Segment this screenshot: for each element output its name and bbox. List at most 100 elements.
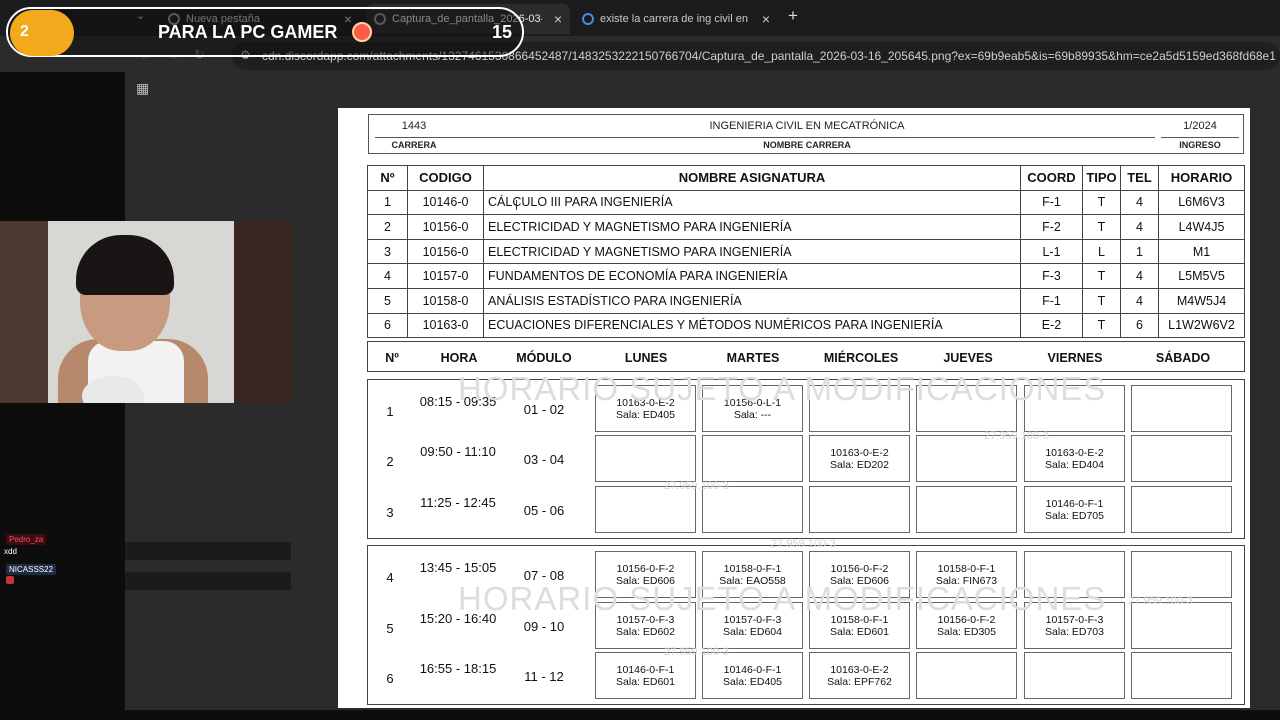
plus-icon[interactable]: + bbox=[788, 6, 798, 26]
chat-emote-icon bbox=[6, 576, 14, 584]
career-header: 1443 CARRERA INGENIERIA CIVIL EN MECATRÓ… bbox=[368, 114, 1244, 154]
subjects-header-row: Nº CODIGO NOMBRE ASIGNATURA COORD TIPO T… bbox=[367, 165, 1245, 191]
schedule-cell bbox=[595, 435, 696, 482]
room-label: Sala: ED305 bbox=[937, 625, 996, 638]
divider bbox=[459, 137, 1155, 138]
room-label: Sala: ED601 bbox=[830, 625, 889, 638]
schedule-cell: 10146-0-F-1 Sala: ED601 bbox=[595, 652, 696, 699]
schedule-cell bbox=[916, 486, 1017, 533]
subject-cell: L bbox=[1082, 238, 1121, 265]
schedule-cell bbox=[1131, 602, 1232, 649]
room-label: Sala: ED202 bbox=[830, 458, 889, 471]
subject-cell: 4 bbox=[1120, 189, 1159, 216]
schedule-cell bbox=[916, 435, 1017, 482]
ingreso-label: INGRESO bbox=[1179, 140, 1221, 150]
close-icon[interactable]: × bbox=[762, 11, 770, 27]
schedule-col-header: LUNES bbox=[624, 351, 668, 365]
room-label: Sala: ED404 bbox=[1045, 458, 1104, 471]
chat-message: xdd bbox=[4, 547, 17, 556]
subject-cell: L-1 bbox=[1020, 238, 1083, 265]
subject-cell: 10157-0 bbox=[407, 263, 484, 289]
schedule-cell: 10158-0-F-1 Sala: EAO558 bbox=[702, 551, 803, 598]
background-door bbox=[234, 221, 293, 403]
row-module: 07 - 08 bbox=[523, 568, 565, 583]
schedule-cell bbox=[702, 486, 803, 533]
subject-cell: T bbox=[1082, 287, 1121, 314]
room-label: Sala: ED604 bbox=[723, 625, 782, 638]
career-label: CARRERA bbox=[391, 140, 437, 150]
schedule-cell: 10163-0-E-2 Sala: ED404 bbox=[1024, 435, 1125, 482]
col-header: COORD bbox=[1020, 165, 1083, 191]
subjects-table: Nº CODIGO NOMBRE ASIGNATURA COORD TIPO T… bbox=[367, 165, 1245, 339]
course-section: 10157-0-F-3 bbox=[1045, 613, 1104, 626]
emoji-icon bbox=[352, 22, 372, 42]
course-section: 10156-0-F-2 bbox=[937, 613, 996, 626]
schedule-col-header: MARTES bbox=[726, 351, 780, 365]
subject-cell: 1 bbox=[1120, 238, 1159, 265]
schedule-cell: 10163-0-E-2 Sala: EPF762 bbox=[809, 652, 910, 699]
subject-cell: L4W4J5 bbox=[1158, 214, 1245, 240]
row-module: 11 - 12 bbox=[524, 669, 564, 684]
subject-cell: 6 bbox=[367, 312, 408, 339]
subject-row: 4 10157-0 FUNDAMENTOS DE ECONOMÍA PARA ING… bbox=[367, 263, 1245, 289]
subject-cell: 4 bbox=[1120, 214, 1159, 240]
subject-cell: T bbox=[1082, 263, 1121, 289]
row-time: 15:20 - 16:40 bbox=[419, 611, 497, 626]
course-section: 10146-0-F-1 bbox=[616, 663, 675, 676]
schedule-cell: 10146-0-F-1 Sala: ED705 bbox=[1024, 486, 1125, 533]
subject-cell: E-2 bbox=[1020, 312, 1083, 339]
course-section: 10156-0-L-1 bbox=[723, 396, 782, 409]
chat-username: Pedro_za bbox=[6, 534, 47, 545]
room-label: Sala: FIN673 bbox=[935, 574, 998, 587]
row-time: 09:50 - 11:10 bbox=[420, 444, 496, 459]
close-icon[interactable]: × bbox=[554, 11, 562, 27]
subject-cell: F-2 bbox=[1020, 214, 1083, 240]
webcam-feed bbox=[0, 221, 293, 403]
subject-cell: 6 bbox=[1120, 312, 1159, 339]
divider bbox=[375, 137, 459, 138]
row-time: 13:45 - 15:05 bbox=[419, 560, 497, 575]
schedule-cell bbox=[916, 385, 1017, 432]
apps-grid-icon[interactable]: ▦ bbox=[136, 80, 149, 97]
schedule-cell bbox=[1131, 551, 1232, 598]
schedule-cell bbox=[1131, 486, 1232, 533]
schedule-col-header: VIERNES bbox=[1047, 351, 1103, 365]
schedule-cell: 10157-0-F-3 Sala: ED604 bbox=[702, 602, 803, 649]
subject-cell: FUNDAMENTOS DE ECONOMÍA PARA INGENIERÍA bbox=[483, 263, 1021, 289]
schedule-col-header: MIÉRCOLES bbox=[823, 351, 899, 365]
subject-cell: L1W2W6V2 bbox=[1158, 312, 1245, 339]
subject-cell: M4W5J4 bbox=[1158, 287, 1245, 314]
room-label: Sala: ED606 bbox=[616, 574, 675, 587]
room-label: Sala: --- bbox=[733, 408, 772, 421]
course-section: 10163-0-E-2 bbox=[616, 396, 675, 409]
subject-row: 3 10156-0 ELECTRICIDAD Y MAGNETISMO PARA I… bbox=[367, 238, 1245, 265]
schedule-col-header: MÓDULO bbox=[516, 351, 572, 365]
schedule-document: 1443 CARRERA INGENIERIA CIVIL EN MECATRÓ… bbox=[338, 108, 1250, 708]
schedule-cell bbox=[702, 435, 803, 482]
goal-count: 15 bbox=[492, 22, 513, 42]
course-section: 10163-0-E-2 bbox=[1045, 446, 1104, 459]
subject-cell: ELECTRICIDAD Y MAGNETISMO PARA INGENIERÍ… bbox=[483, 214, 1021, 240]
goal-badge-number: 2 bbox=[20, 23, 29, 40]
schedule-header: Nº HORA MÓDULO LUNES MARTES MIÉRCOLES JUEVES VI… bbox=[367, 341, 1245, 372]
schedule-col-header: HORA bbox=[440, 351, 478, 365]
small-watermark: 27.959.100-3 bbox=[664, 646, 729, 658]
chat-bar bbox=[125, 542, 291, 560]
career-name-label: NOMBRE CARRERA bbox=[763, 140, 851, 150]
subject-cell: T bbox=[1082, 214, 1121, 240]
schedule-cell bbox=[1131, 435, 1232, 482]
ingreso-value: 1/2024 bbox=[1183, 120, 1217, 132]
tab-existe[interactable]: existe la carrera de ing civil en m × bbox=[574, 6, 778, 32]
room-label: Sala: ED705 bbox=[1045, 509, 1104, 522]
subject-row: 5 10158-0 ANÁLISIS ESTADÍSTICO PARA INGENI… bbox=[367, 287, 1245, 314]
chat-bar bbox=[125, 572, 291, 590]
course-section: 10163-0-E-2 bbox=[830, 446, 889, 459]
schedule-cell bbox=[809, 486, 910, 533]
schedule-cell: 10156-0-F-2 Sala: ED606 bbox=[809, 551, 910, 598]
subject-cell: ANÁLISIS ESTADÍSTICO PARA INGENIERÍA bbox=[483, 287, 1021, 314]
subject-cell: 10158-0 bbox=[407, 287, 484, 314]
schedule-cell bbox=[1024, 652, 1125, 699]
course-section: 10156-0-F-2 bbox=[830, 562, 889, 575]
bookmarks-bar bbox=[125, 74, 1280, 104]
row-time: 08:15 - 09:35 bbox=[419, 394, 497, 409]
